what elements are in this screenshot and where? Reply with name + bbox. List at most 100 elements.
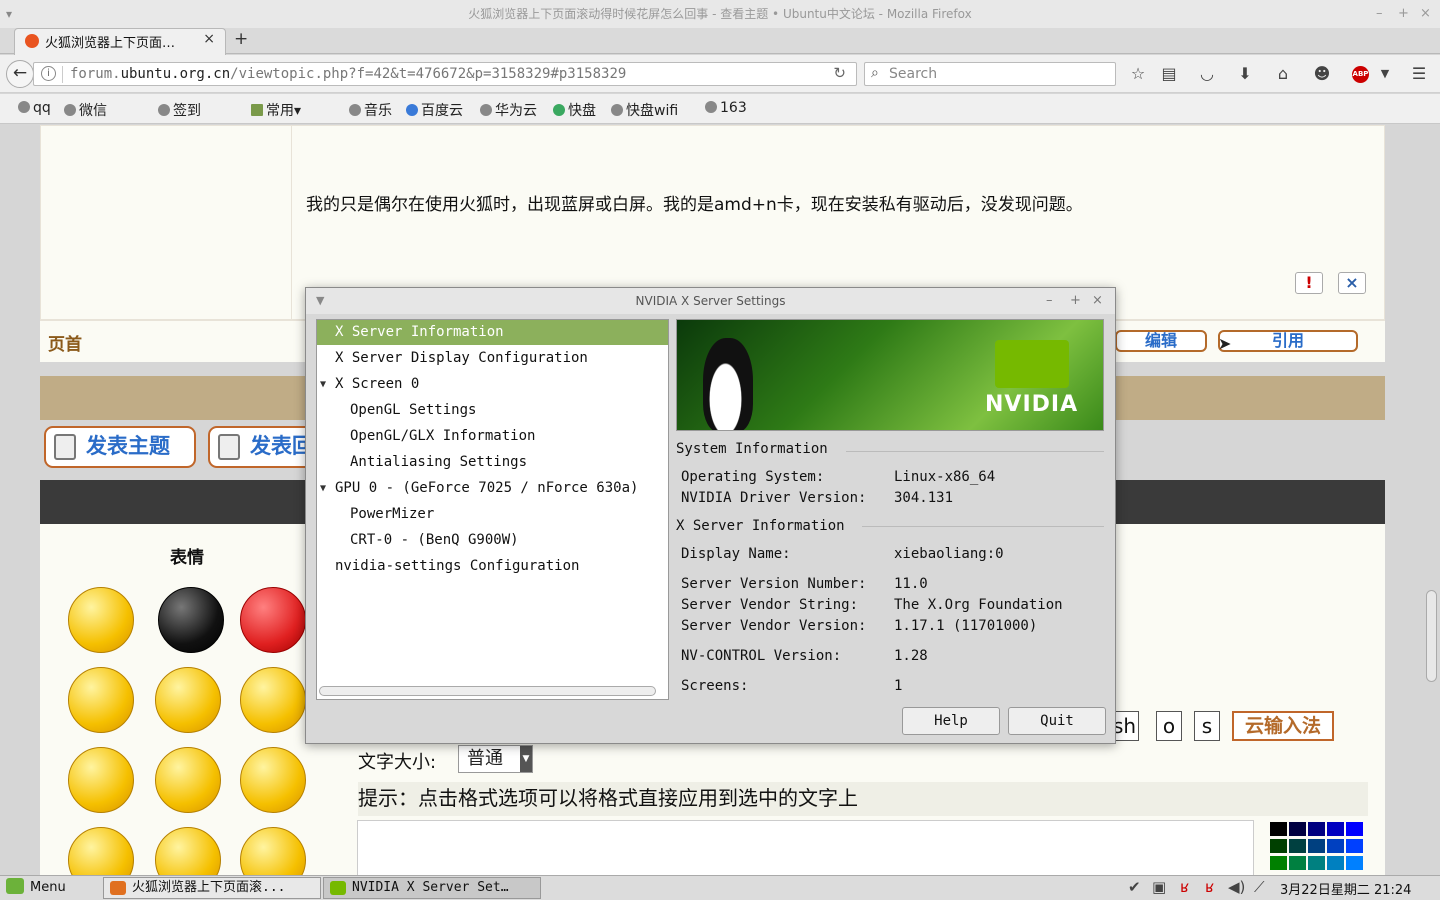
tab-close-icon[interactable]: × — [203, 31, 215, 47]
url-bar[interactable]: i forum.ubuntu.org.cn/viewtopic.php?f=42… — [33, 62, 857, 86]
color-swatch[interactable] — [1289, 856, 1306, 870]
download-icon[interactable]: ⬇ — [1234, 64, 1256, 83]
globe-icon — [349, 104, 361, 116]
color-swatch[interactable] — [1270, 839, 1287, 853]
shield-check-icon[interactable]: ✔ — [1128, 878, 1141, 896]
cloud-ime-button[interactable]: 云输入法 — [1232, 711, 1334, 741]
pocket-icon[interactable]: ◡ — [1196, 64, 1218, 83]
bookmark-qq[interactable]: qq — [18, 100, 51, 116]
bookmark-wechat[interactable]: 微信 — [64, 100, 107, 120]
expander-icon[interactable]: ▼ — [320, 372, 326, 397]
quote-button[interactable]: 引用 — [1218, 330, 1358, 352]
network-icon[interactable]: ⟋ — [1254, 878, 1265, 896]
smiley-tongue-icon[interactable] — [155, 747, 221, 813]
color-swatch[interactable] — [1289, 839, 1306, 853]
smiley-dizzy-icon[interactable] — [68, 747, 134, 813]
color-swatch[interactable] — [1270, 856, 1287, 870]
edit-button[interactable]: 编辑 — [1115, 330, 1207, 352]
dialog-menu-icon[interactable]: ▼ — [316, 288, 324, 314]
page-scrollbar[interactable] — [1426, 590, 1437, 682]
home-icon[interactable]: ⌂ — [1272, 64, 1294, 83]
hamburger-menu-icon[interactable]: ☰ — [1408, 64, 1430, 83]
volume-icon[interactable]: ◀) — [1228, 878, 1245, 896]
smiley-cool-icon[interactable] — [68, 667, 134, 733]
clipboard-icon[interactable]: ▣ — [1152, 878, 1166, 896]
bookmark-baiduyun[interactable]: 百度云 — [406, 100, 463, 120]
close-icon[interactable]: × — [1092, 288, 1103, 314]
chat-icon[interactable]: ☻ — [1311, 64, 1333, 83]
search-input[interactable]: ⌕ Search — [864, 62, 1116, 86]
page-top-link[interactable]: 页首 — [48, 330, 82, 355]
start-menu-button[interactable]: Menu — [6, 878, 66, 895]
input-method-icon[interactable]: ʁ — [1205, 878, 1214, 896]
smiley-surprised-icon[interactable] — [68, 587, 134, 653]
new-topic-button[interactable]: 发表主题 — [44, 426, 196, 468]
color-swatch[interactable] — [1346, 839, 1363, 853]
bookmark-music[interactable]: 音乐 — [349, 100, 392, 120]
tree-item-powermizer[interactable]: PowerMizer — [317, 502, 668, 527]
tree-item-nvidia-settings-configuration[interactable]: nvidia-settings Configuration — [317, 554, 668, 579]
report-post-button[interactable]: ! — [1295, 272, 1323, 294]
bookmark-163[interactable]: 163 — [705, 100, 747, 116]
reply-textarea[interactable] — [357, 820, 1254, 880]
vendor-string-value: The X.Org Foundation — [894, 597, 1063, 613]
smiley-angry-icon[interactable] — [240, 587, 306, 653]
tree-item-x-server-display-configuration[interactable]: X Server Display Configuration — [317, 346, 668, 371]
smiley-grin-icon[interactable] — [240, 747, 306, 813]
bookmark-star-icon[interactable]: ☆ — [1127, 64, 1149, 83]
color-swatch[interactable] — [1308, 856, 1325, 870]
new-tab-button[interactable]: + — [234, 29, 248, 49]
color-swatch[interactable] — [1327, 856, 1344, 870]
bookmark-checkin[interactable]: 签到 — [158, 100, 201, 120]
help-button[interactable]: Help — [902, 707, 1000, 735]
color-swatch[interactable] — [1308, 822, 1325, 836]
format-button-o[interactable]: o — [1156, 711, 1182, 741]
color-swatch[interactable] — [1308, 839, 1325, 853]
color-swatch[interactable] — [1327, 839, 1344, 853]
color-swatch[interactable] — [1289, 822, 1306, 836]
tree-item-crt-0[interactable]: CRT-0 - (BenQ G900W) — [317, 528, 668, 553]
tree-item-opengl-settings[interactable]: OpenGL Settings — [317, 398, 668, 423]
format-button-sh[interactable]: sh — [1113, 711, 1139, 741]
smiley-crying-icon[interactable] — [155, 667, 221, 733]
url-text[interactable]: forum.ubuntu.org.cn/viewtopic.php?f=42&t… — [70, 66, 626, 82]
task-firefox[interactable]: 火狐浏览器上下页面滚... — [103, 877, 321, 899]
bookmark-folder-common[interactable]: 常用▾ — [251, 100, 301, 120]
bookmark-huaweiyun[interactable]: 华为云 — [480, 100, 537, 120]
format-button-s[interactable]: s — [1194, 711, 1220, 741]
tree-item-gpu-0[interactable]: ▼ GPU 0 - (GeForce 7025 / nForce 630a) — [317, 476, 668, 501]
maximize-icon[interactable]: + — [1070, 288, 1081, 314]
color-swatch[interactable] — [1346, 856, 1363, 870]
tree-hscrollbar[interactable] — [319, 686, 656, 696]
minimize-icon[interactable]: – — [1046, 288, 1053, 314]
back-button[interactable]: ← — [6, 60, 34, 88]
maximize-icon[interactable]: + — [1398, 0, 1409, 28]
window-menu-icon[interactable]: ▾ — [6, 0, 12, 28]
minimize-icon[interactable]: – — [1376, 0, 1383, 28]
color-swatch[interactable] — [1346, 822, 1363, 836]
smiley-fighting-icon[interactable] — [240, 667, 306, 733]
reload-icon[interactable]: ↻ — [833, 64, 846, 82]
tree-item-opengl-glx-information[interactable]: OpenGL/GLX Information — [317, 424, 668, 449]
smiley-black-icon[interactable] — [158, 587, 224, 653]
adblock-icon[interactable]: ABP — [1352, 66, 1369, 83]
delete-post-button[interactable]: × — [1338, 272, 1366, 294]
bookmark-kuaipan[interactable]: 快盘 — [553, 100, 596, 120]
bookmark-kuaipan-wifi[interactable]: 快盘wifi — [611, 100, 678, 120]
font-size-select[interactable]: 普通 ▼ — [458, 745, 533, 773]
close-window-icon[interactable]: × — [1420, 0, 1431, 28]
tree-item-antialiasing-settings[interactable]: Antialiasing Settings — [317, 450, 668, 475]
input-method-icon[interactable]: ʁ — [1180, 878, 1189, 896]
quit-button[interactable]: Quit — [1008, 707, 1106, 735]
clock[interactable]: 3月22日星期二 21:24 — [1280, 879, 1411, 898]
adblock-menu-icon[interactable]: ▼ — [1374, 67, 1396, 80]
expander-icon[interactable]: ▼ — [320, 476, 326, 501]
reading-list-icon[interactable]: ▤ — [1158, 64, 1180, 83]
tab-forum[interactable]: 火狐浏览器上下页面… × — [14, 28, 226, 55]
tree-item-x-server-information[interactable]: X Server Information — [317, 320, 668, 345]
task-nvidia-settings[interactable]: NVIDIA X Server Set… — [323, 877, 541, 899]
site-info-icon[interactable]: i — [41, 66, 56, 81]
tree-item-x-screen-0[interactable]: ▼ X Screen 0 — [317, 372, 668, 397]
color-swatch[interactable] — [1327, 822, 1344, 836]
color-swatch[interactable] — [1270, 822, 1287, 836]
